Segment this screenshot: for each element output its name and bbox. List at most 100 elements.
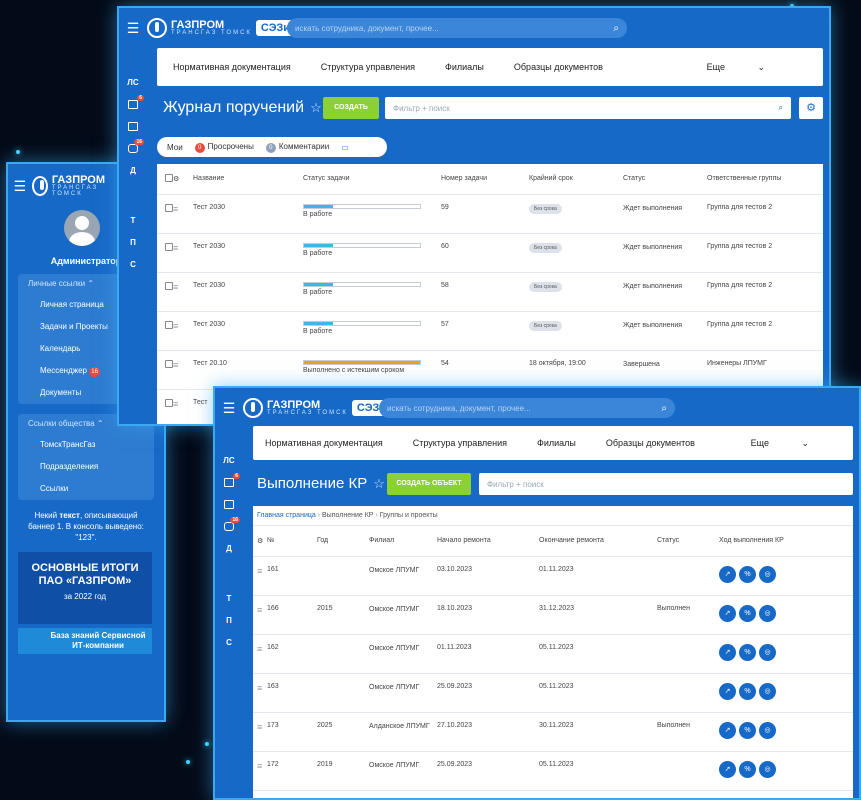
row-menu-icon[interactable]: ≡	[173, 399, 178, 409]
calendar-icon[interactable]	[224, 500, 234, 509]
sidebar-item-divisions[interactable]: Подразделения	[18, 456, 154, 478]
col-status[interactable]: Статус задачи	[303, 164, 441, 195]
row-menu-icon[interactable]: ≡	[257, 761, 262, 771]
chart-icon[interactable]: ↗	[719, 721, 736, 739]
sidebar-item-links[interactable]: Ссылки	[18, 478, 154, 500]
camera-icon[interactable]: ◎	[759, 760, 776, 778]
task-name[interactable]: Тест 2030	[193, 311, 303, 351]
row-checkbox[interactable]	[165, 242, 173, 251]
table-row[interactable]: ≡ 162 Омское ЛПУМГ 01.11.2023 05.11.2023…	[253, 634, 853, 674]
chart-icon[interactable]: ↗	[719, 565, 736, 583]
row-menu-icon[interactable]: ≡	[257, 644, 262, 654]
filter-input[interactable]: Фильтр + поиск ⌕	[385, 97, 791, 119]
percent-icon[interactable]: %	[739, 604, 756, 622]
kr-num[interactable]: 172	[267, 751, 317, 791]
rail-s[interactable]: С	[226, 638, 232, 647]
row-checkbox[interactable]	[165, 281, 173, 290]
kr-num[interactable]: 166	[267, 595, 317, 635]
col-state[interactable]: Статус	[623, 164, 707, 195]
tasks-icon[interactable]: 6	[224, 473, 240, 487]
col-branch[interactable]: Филиал	[369, 526, 437, 557]
col-status[interactable]: Статус	[657, 526, 719, 557]
kb-banner[interactable]: База знаний Сервисной ИТ-компании	[18, 628, 152, 654]
col-name[interactable]: Название	[193, 164, 303, 195]
kr-num[interactable]: 161	[267, 556, 317, 596]
row-checkbox[interactable]	[165, 320, 173, 329]
percent-icon[interactable]: %	[739, 760, 756, 778]
nav-structure[interactable]: Структура управления	[321, 62, 415, 72]
chart-icon[interactable]: ↗	[719, 643, 736, 661]
create-object-button[interactable]: СОЗДАТЬ ОБЪЕКТ	[387, 473, 471, 495]
task-name[interactable]: Тест 2030	[193, 272, 303, 312]
percent-icon[interactable]: %	[739, 682, 756, 700]
table-row[interactable]: ≡ 161 Омское ЛПУМГ 03.10.2023 01.11.2023…	[253, 556, 853, 596]
promo-banner[interactable]: ОСНОВНЫЕ ИТОГИ ПАО «ГАЗПРОМ» за 2022 год	[18, 552, 152, 624]
task-name[interactable]: Тест 2030	[193, 233, 303, 273]
chart-icon[interactable]: ↗	[719, 760, 736, 778]
search-input[interactable]: искать сотрудника, документ, прочее... ⌕	[287, 18, 627, 38]
table-row[interactable]: ≡ Тест 2030 В работе 59 Без срока Ждет в…	[157, 194, 823, 234]
menu-icon[interactable]: ☰	[215, 400, 243, 417]
nav-more[interactable]: Еще ⌄	[751, 438, 809, 449]
row-menu-icon[interactable]: ≡	[257, 605, 262, 615]
nav-structure[interactable]: Структура управления	[413, 438, 507, 448]
rail-ls[interactable]: ЛС	[127, 78, 138, 87]
chart-icon[interactable]: ↗	[719, 604, 736, 622]
camera-icon[interactable]: ◎	[759, 721, 776, 739]
col-number[interactable]: Номер задачи	[441, 164, 529, 195]
rail-t[interactable]: Т	[227, 594, 232, 603]
tab-overdue[interactable]: 0 Просрочены	[194, 142, 254, 153]
nav-templates[interactable]: Образцы документов	[606, 438, 695, 448]
kr-num[interactable]: 162	[267, 634, 317, 674]
filter-input[interactable]: Фильтр + поиск	[479, 473, 853, 495]
col-groups[interactable]: Ответственные группы	[707, 164, 823, 195]
table-row[interactable]: ≡ 173 2025 Алданское ЛПУМГ 27.10.2023 30…	[253, 712, 853, 752]
percent-icon[interactable]: %	[739, 565, 756, 583]
nav-normative[interactable]: Нормативная документация	[265, 438, 383, 448]
row-menu-icon[interactable]: ≡	[173, 360, 178, 370]
table-row[interactable]: ≡ Тест 2030 В работе 58 Без срока Ждет в…	[157, 272, 823, 312]
kr-num[interactable]: 173	[267, 712, 317, 752]
favorite-star-icon[interactable]: ☆	[373, 476, 385, 491]
rail-s[interactable]: С	[130, 260, 136, 269]
rail-d[interactable]: Д	[226, 544, 232, 553]
table-row[interactable]: ≡ Тест 20.10 Выполнено с истекшим сроком…	[157, 350, 823, 390]
rail-p[interactable]: П	[226, 616, 232, 625]
table-row[interactable]: ≡ 172 2019 Омское ЛПУМГ 25.09.2023 05.11…	[253, 751, 853, 791]
row-menu-icon[interactable]: ≡	[173, 204, 178, 214]
col-end[interactable]: Окончание ремонта	[539, 526, 657, 557]
nav-branches[interactable]: Филиалы	[445, 62, 484, 72]
row-checkbox[interactable]	[165, 359, 173, 368]
sidebar-item-tomsktransgaz[interactable]: ТомскТрансГаз	[18, 434, 154, 456]
percent-icon[interactable]: %	[739, 643, 756, 661]
nav-normative[interactable]: Нормативная документация	[173, 62, 291, 72]
table-row[interactable]: ≡ 163 Омское ЛПУМГ 25.09.2023 05.11.2023…	[253, 673, 853, 713]
nav-branches[interactable]: Филиалы	[537, 438, 576, 448]
tab-mine[interactable]: Мои	[167, 143, 183, 152]
row-menu-icon[interactable]: ≡	[257, 722, 262, 732]
nav-more[interactable]: Еще ⌄	[707, 62, 765, 73]
rail-t[interactable]: Т	[131, 216, 136, 225]
table-row[interactable]: ≡ Тест 2030 В работе 57 Без срока Ждет в…	[157, 311, 823, 351]
chat-icon[interactable]: 16	[224, 517, 240, 531]
row-menu-icon[interactable]: ≡	[257, 566, 262, 576]
rail-d[interactable]: Д	[130, 166, 136, 175]
row-checkbox[interactable]	[165, 203, 173, 212]
settings-gear-button[interactable]: ⚙	[799, 97, 823, 119]
col-progress[interactable]: Ход выполнения КР	[719, 526, 853, 557]
settings-gear-icon[interactable]: ⚙	[257, 538, 263, 545]
nav-templates[interactable]: Образцы документов	[514, 62, 603, 72]
col-num[interactable]: №	[267, 526, 317, 557]
menu-icon[interactable]: ☰	[119, 20, 147, 37]
row-menu-icon[interactable]: ≡	[173, 243, 178, 253]
calendar-icon[interactable]	[128, 122, 138, 131]
favorite-star-icon[interactable]: ☆	[310, 100, 322, 115]
chart-icon[interactable]: ↗	[719, 682, 736, 700]
col-deadline[interactable]: Крайний срок	[529, 164, 623, 195]
row-menu-icon[interactable]: ≡	[173, 282, 178, 292]
col-year[interactable]: Год	[317, 526, 369, 557]
task-name[interactable]: Тест 2030	[193, 194, 303, 234]
table-row[interactable]: ≡ 166 2015 Омское ЛПУМГ 18.10.2023 31.12…	[253, 595, 853, 635]
tasks-icon[interactable]: 6	[128, 95, 144, 109]
search-input[interactable]: искать сотрудника, документ, прочее... ⌕	[379, 398, 675, 418]
